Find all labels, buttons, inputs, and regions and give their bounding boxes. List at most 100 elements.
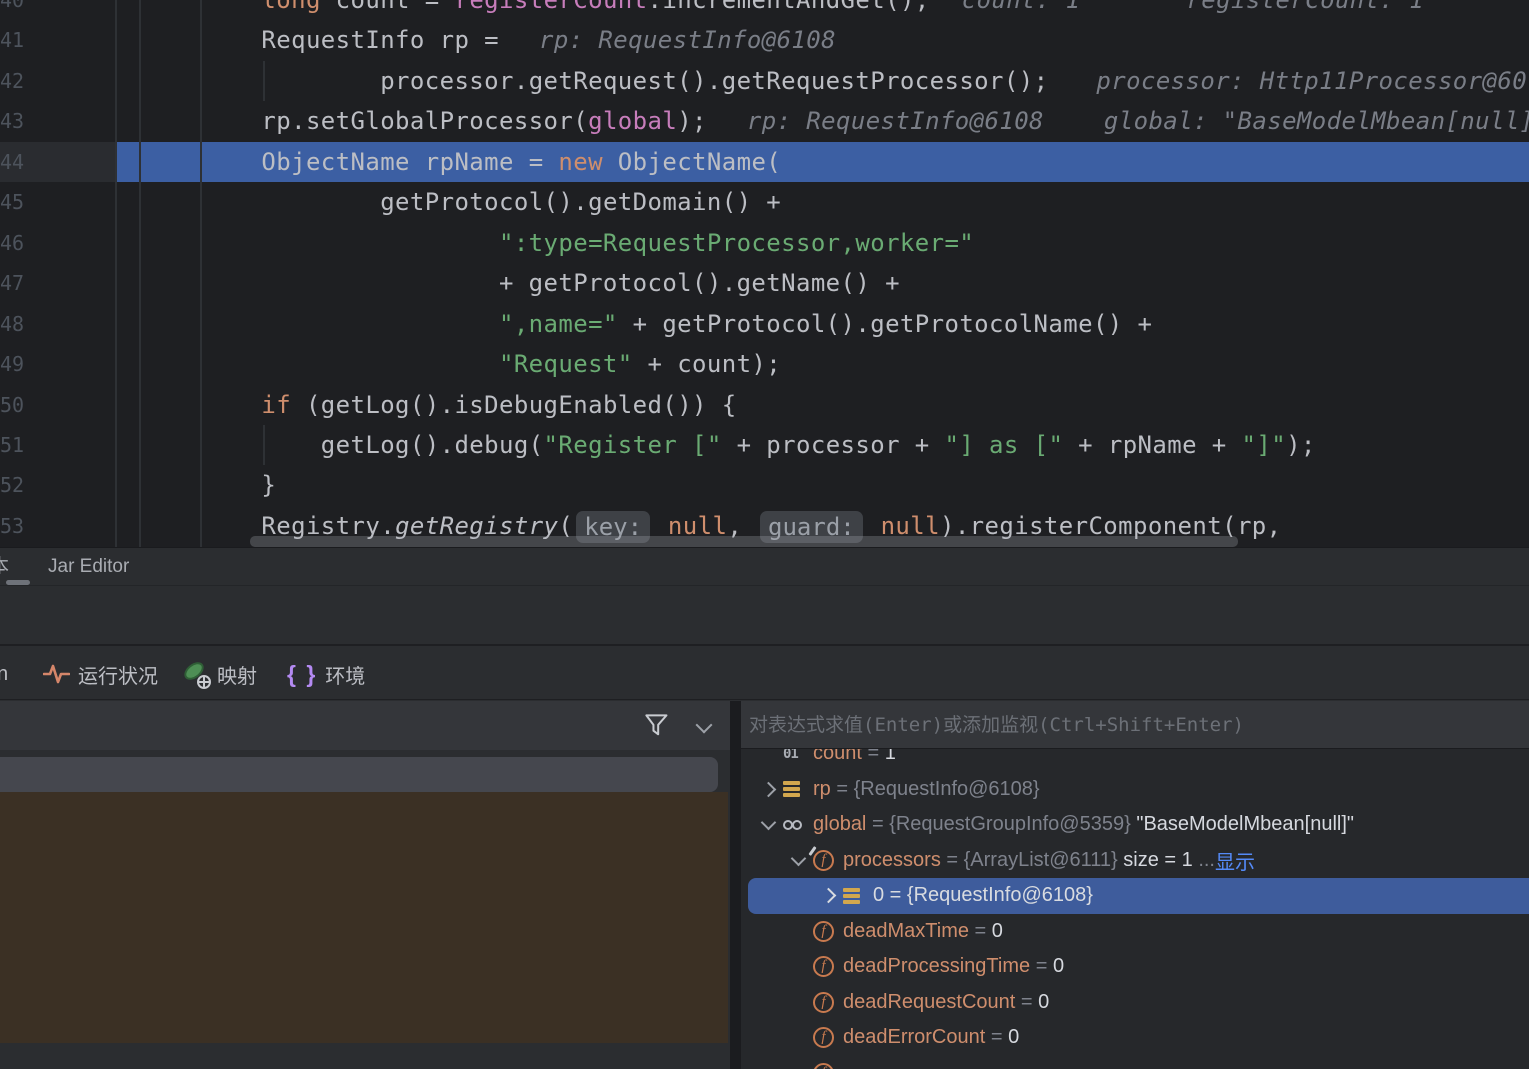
variable-row-rp[interactable]: rp = {RequestInfo@6108} <box>741 772 1529 808</box>
evaluate-expression-bar[interactable]: 对表达式求值(Enter)或添加监视(Ctrl+Shift+Enter) <box>741 701 1529 749</box>
chevron-right-icon[interactable] <box>760 781 776 797</box>
tree-text: 1 <box>885 749 896 765</box>
chevron-down-icon[interactable] <box>790 850 806 866</box>
tab-mappings[interactable]: 映射 <box>183 648 257 700</box>
code-line-50[interactable]: if (getLog().isDebugEnabled()) { <box>0 385 1529 425</box>
code-token: (getLog().isDebugEnabled()) { <box>291 391 736 419</box>
primitive-value-icon: 01 <box>783 749 798 762</box>
variable-row-processors[interactable]: fprocessors = {ArrayList@6111} size = 1 … <box>741 843 1529 879</box>
code-token: if <box>261 391 291 419</box>
tree-text: {ArrayList@6111} <box>964 849 1118 872</box>
code-line-46[interactable]: ":type=RequestProcessor,worker=" <box>0 223 1529 263</box>
console-content-block[interactable] <box>0 792 728 1043</box>
debugger-left-panel <box>0 701 730 1069</box>
code-line-43[interactable]: rp.setGlobalProcessor(global);rp: Reques… <box>0 101 1529 141</box>
tree-text: 0 <box>873 884 884 907</box>
tree-text: 0 <box>1008 1026 1019 1049</box>
code-line-51[interactable]: getLog().debug("Register [" + processor … <box>0 425 1529 465</box>
code-token: } <box>261 471 276 499</box>
code-token: .incrementAndGet(); <box>648 0 930 14</box>
tree-text: global <box>813 813 866 836</box>
pulse-icon <box>43 662 70 686</box>
code-token: long <box>261 0 320 14</box>
variable-row-global[interactable]: global = {RequestGroupInfo@5359} "BaseMo… <box>741 807 1529 843</box>
variable-row-0[interactable]: 0 = {RequestInfo@6108} <box>741 878 1529 914</box>
endpoints-toolbar: n 运行状况 映射 { } 环境 <box>0 648 1529 700</box>
code-token: ",name=" <box>499 310 618 338</box>
code-editor[interactable]: 4041424344454647484950515253 long count … <box>0 0 1529 547</box>
code-token: global <box>588 107 677 135</box>
code-token: ); <box>1286 431 1316 459</box>
variable-row-deadMaxTime[interactable]: fdeadMaxTime = 0 <box>741 914 1529 950</box>
tree-text: deadProcessingTime <box>843 955 1030 978</box>
tab-environment[interactable]: { } 环境 <box>287 648 365 700</box>
panel-splitter[interactable] <box>730 701 741 1069</box>
variable-row-deadProcessingTime[interactable]: fdeadProcessingTime = 0 <box>741 949 1529 985</box>
code-line-45[interactable]: getProtocol().getDomain() + <box>0 182 1529 222</box>
tree-text: count <box>813 749 862 765</box>
tree-text: deadRequestCount <box>843 991 1015 1014</box>
variable-icon <box>783 781 800 797</box>
horizontal-scrollbar-thumb[interactable] <box>250 536 1238 547</box>
ide-debug-view: 4041424344454647484950515253 long count … <box>0 0 1529 1069</box>
chevron-right-icon[interactable] <box>820 888 836 904</box>
variable-row-deadRequestCount[interactable]: f deadRequestCount = 0 <box>741 985 1529 1021</box>
chevron-down-icon[interactable] <box>696 717 713 734</box>
code-line-44[interactable]: ObjectName rpName = new ObjectName( <box>0 142 1529 182</box>
code-token: registerCount <box>454 0 647 14</box>
variable-row-deadErrorCount[interactable]: fdeadErrorCount = 0 <box>741 1020 1529 1056</box>
inline-debug-hint: global: "BaseModelMbean[null] <box>1104 107 1529 135</box>
field-icon: f <box>813 992 834 1013</box>
code-token: RequestInfo rp = <box>261 26 499 54</box>
field-icon: f <box>813 1063 834 1069</box>
field-icon: f <box>813 850 834 871</box>
code-token: "] as [" <box>945 431 1064 459</box>
tree-text: = <box>969 920 992 943</box>
code-token: ObjectName( <box>603 148 781 176</box>
code-token: new <box>558 148 603 176</box>
chevron-down-icon[interactable] <box>760 815 776 831</box>
code-line-52[interactable]: } <box>0 465 1529 505</box>
tree-text: 0 <box>1038 991 1049 1014</box>
variable-row-count[interactable]: 01count = 1 <box>741 749 1529 772</box>
code-line-48[interactable]: ",name=" + getProtocol().getProtocolName… <box>0 304 1529 344</box>
code-token: ); <box>677 107 707 135</box>
filter-icon[interactable] <box>644 713 670 739</box>
code-line-40[interactable]: long count = registerCount.incrementAndG… <box>0 0 1529 20</box>
tree-text: = <box>1030 955 1053 978</box>
tree-text: rp <box>813 778 831 801</box>
selected-list-row[interactable] <box>0 757 718 792</box>
show-more-link[interactable]: 显示 <box>1215 846 1255 875</box>
variables-tree: 01count = 1rp = {RequestInfo@6108}global… <box>741 749 1529 1069</box>
code-token: ObjectName rpName = <box>261 148 558 176</box>
inline-debug-hint: count: 1 <box>962 0 1081 14</box>
code-token: ":type=RequestProcessor,worker=" <box>499 229 974 257</box>
tree-text: size = 1 <box>1118 849 1199 872</box>
tree-text: = <box>1015 991 1038 1014</box>
code-token: count = <box>321 0 455 14</box>
inline-debug-hint: processor: Http11Processor@60 <box>1096 67 1527 95</box>
inline-debug-hint: registerCount: 1 <box>1186 0 1424 14</box>
code-line-41[interactable]: RequestInfo rp =rp: RequestInfo@6108 <box>0 20 1529 60</box>
tree-text: = <box>985 1026 1008 1049</box>
tab-mappings-label: 映射 <box>217 660 257 689</box>
code-line-42[interactable]: processor.getRequest().getRequestProcess… <box>0 61 1529 101</box>
bean-globe-icon <box>183 661 209 687</box>
pen-overlay-icon <box>808 846 816 856</box>
tree-text: ... <box>1198 849 1215 872</box>
code-token: + count); <box>633 350 782 378</box>
tab-jar-editor[interactable]: Jar Editor <box>48 548 129 586</box>
tab-health-label: 运行状况 <box>78 660 158 689</box>
tree-text: = <box>866 813 889 836</box>
field-icon: f <box>813 956 834 977</box>
tab-health[interactable]: 运行状况 <box>43 648 158 700</box>
braces-icon: { } <box>287 661 317 688</box>
field-icon: f <box>813 1027 834 1048</box>
tree-text: = <box>941 849 964 872</box>
code-line-47[interactable]: + getProtocol().getName() + <box>0 263 1529 303</box>
code-token: + getProtocol().getProtocolName() + <box>618 310 1153 338</box>
variable-row-partial[interactable]: f <box>741 1056 1529 1069</box>
tree-text: 0 <box>992 920 1003 943</box>
active-tab-underline <box>6 580 30 585</box>
code-line-49[interactable]: "Request" + count); <box>0 344 1529 384</box>
